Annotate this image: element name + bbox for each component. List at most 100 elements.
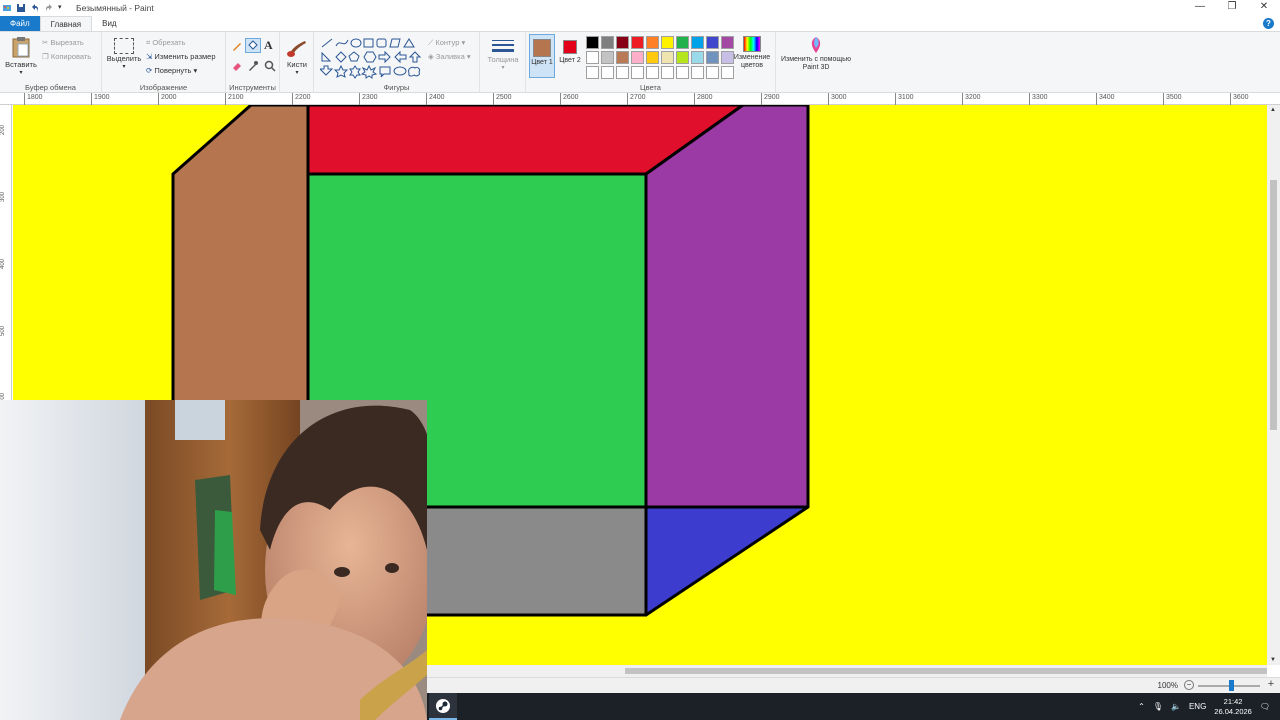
eraser-icon[interactable] — [231, 60, 243, 72]
text-tool-icon[interactable]: A — [264, 38, 273, 53]
palette-swatch[interactable] — [646, 36, 659, 49]
undo-icon[interactable] — [30, 3, 40, 13]
tab-home[interactable]: Главная — [39, 16, 93, 31]
ruler-tick: 2700 — [627, 93, 646, 105]
maximize-button[interactable]: ❐ — [1216, 0, 1248, 16]
color-spectrum-icon — [743, 36, 761, 52]
custom-color-swatch[interactable] — [646, 66, 659, 79]
color-picker-icon[interactable] — [247, 60, 259, 72]
palette-swatch[interactable] — [646, 51, 659, 64]
tools-group-label: Инструменты — [229, 83, 276, 92]
clock[interactable]: 21:42 26.04.2026 — [1214, 697, 1252, 717]
size-button[interactable]: Толщина ▾ — [484, 38, 522, 71]
palette-swatch[interactable] — [631, 51, 644, 64]
brush-icon — [287, 41, 306, 57]
color1-button[interactable]: Цвет 1 — [529, 34, 555, 78]
rotate-button[interactable]: ⟳ Повернуть ▾ — [146, 66, 197, 75]
copy-icon: ❐ — [42, 52, 49, 61]
copy-button[interactable]: ❐ Копировать — [42, 52, 91, 61]
scissors-icon: ✂ — [42, 38, 49, 47]
paste-icon — [12, 37, 30, 58]
custom-color-swatch[interactable] — [706, 66, 719, 79]
tools-group: A Инструменты — [226, 32, 280, 93]
zoom-level: 100% — [1157, 681, 1178, 690]
steam-taskbar-button[interactable] — [429, 693, 457, 720]
volume-icon[interactable]: 🔈 — [1171, 702, 1181, 711]
custom-color-swatch[interactable] — [631, 66, 644, 79]
palette-swatch[interactable] — [706, 36, 719, 49]
brushes-button[interactable]: Кисти ▾ — [283, 38, 311, 76]
chevron-down-icon[interactable]: ▼ — [1270, 657, 1276, 663]
notification-icon[interactable]: 🗨 — [1260, 702, 1270, 711]
ruler-tick: 3200 — [962, 93, 981, 105]
custom-color-swatch[interactable] — [691, 66, 704, 79]
redo-icon[interactable] — [44, 3, 54, 13]
fill-tool[interactable] — [245, 38, 261, 53]
custom-color-swatch[interactable] — [586, 66, 599, 79]
palette-swatch[interactable] — [616, 36, 629, 49]
palette-swatch[interactable] — [601, 51, 614, 64]
custom-color-swatch[interactable] — [661, 66, 674, 79]
ribbon: Вставить ▾ ✂ Вырезать ❐ Копировать Буфер… — [0, 31, 1280, 93]
line-thickness-icon — [492, 40, 514, 52]
edit-colors-button[interactable]: Изменение цветов — [730, 36, 774, 70]
colors-group-label: Цвета — [640, 83, 661, 92]
palette-swatch[interactable] — [586, 51, 599, 64]
zoom-slider-thumb[interactable] — [1229, 680, 1234, 691]
pencil-icon[interactable] — [231, 40, 243, 52]
chevron-up-icon[interactable]: ▲ — [1270, 107, 1276, 113]
palette-swatch[interactable] — [601, 36, 614, 49]
close-button[interactable]: ✕ — [1248, 0, 1280, 16]
minimize-button[interactable]: — — [1184, 0, 1216, 16]
ruler-tick: 2500 — [493, 93, 512, 105]
copy-label: Копировать — [50, 52, 92, 61]
ruler-tick: 3300 — [1029, 93, 1048, 105]
vertical-scroll-thumb[interactable] — [1270, 180, 1277, 430]
chevron-down-icon[interactable]: ▾ — [58, 3, 68, 13]
save-icon[interactable] — [16, 3, 26, 13]
custom-color-swatch[interactable] — [676, 66, 689, 79]
ruler-tick: 1800 — [24, 93, 43, 105]
palette-swatch[interactable] — [631, 36, 644, 49]
outline-icon: ⟋ — [428, 38, 434, 47]
size-label: Толщина — [487, 55, 519, 64]
window-controls: — ❐ ✕ — [1184, 0, 1280, 16]
palette-swatch[interactable] — [616, 51, 629, 64]
shapes-gallery[interactable] — [320, 37, 422, 79]
horizontal-scroll-thumb[interactable] — [625, 668, 1267, 674]
palette-swatch[interactable] — [691, 51, 704, 64]
resize-button[interactable]: ⇲ Изменить размер — [146, 52, 216, 61]
color2-button[interactable]: Цвет 2 — [558, 34, 582, 78]
ruler-tick: 400 — [0, 258, 6, 269]
palette-swatch[interactable] — [661, 36, 674, 49]
paste-label: Вставить — [5, 60, 37, 69]
cut-button[interactable]: ✂ Вырезать — [42, 38, 84, 47]
ruler-tick: 1900 — [91, 93, 110, 105]
custom-color-swatch[interactable] — [601, 66, 614, 79]
custom-color-swatch[interactable] — [616, 66, 629, 79]
palette-swatch[interactable] — [706, 51, 719, 64]
chevron-up-icon[interactable]: ⌃ — [1138, 702, 1145, 711]
zoom-out-button[interactable]: − — [1184, 680, 1194, 690]
palette-swatch[interactable] — [676, 36, 689, 49]
fill-button[interactable]: ◈ Заливка ▾ — [428, 52, 471, 61]
microphone-icon[interactable]: 🎙 — [1153, 702, 1163, 711]
help-icon[interactable]: ? — [1263, 18, 1274, 29]
paint3d-button[interactable]: Изменить с помощью Paint 3D — [780, 36, 852, 72]
palette-swatch[interactable] — [691, 36, 704, 49]
vertical-scrollbar[interactable]: ▲ ▼ — [1267, 105, 1280, 665]
tab-file[interactable]: Файл — [0, 16, 40, 31]
zoom-in-button[interactable]: + — [1266, 679, 1276, 690]
crop-button[interactable]: ⌗ Обрезать — [146, 38, 185, 48]
paste-button[interactable]: Вставить ▾ — [4, 36, 38, 80]
ruler-tick: 3600 — [1230, 93, 1249, 105]
palette-swatch[interactable] — [661, 51, 674, 64]
palette-swatch[interactable] — [676, 51, 689, 64]
outline-button[interactable]: ⟋ Контур ▾ — [428, 38, 465, 48]
language-indicator[interactable]: ENG — [1189, 702, 1206, 711]
tab-view[interactable]: Вид — [92, 16, 126, 31]
palette-swatch[interactable] — [586, 36, 599, 49]
magnifier-icon[interactable] — [264, 60, 276, 72]
select-button[interactable]: Выделить ▾ — [106, 38, 142, 70]
fill-label: Заливка — [435, 52, 465, 61]
